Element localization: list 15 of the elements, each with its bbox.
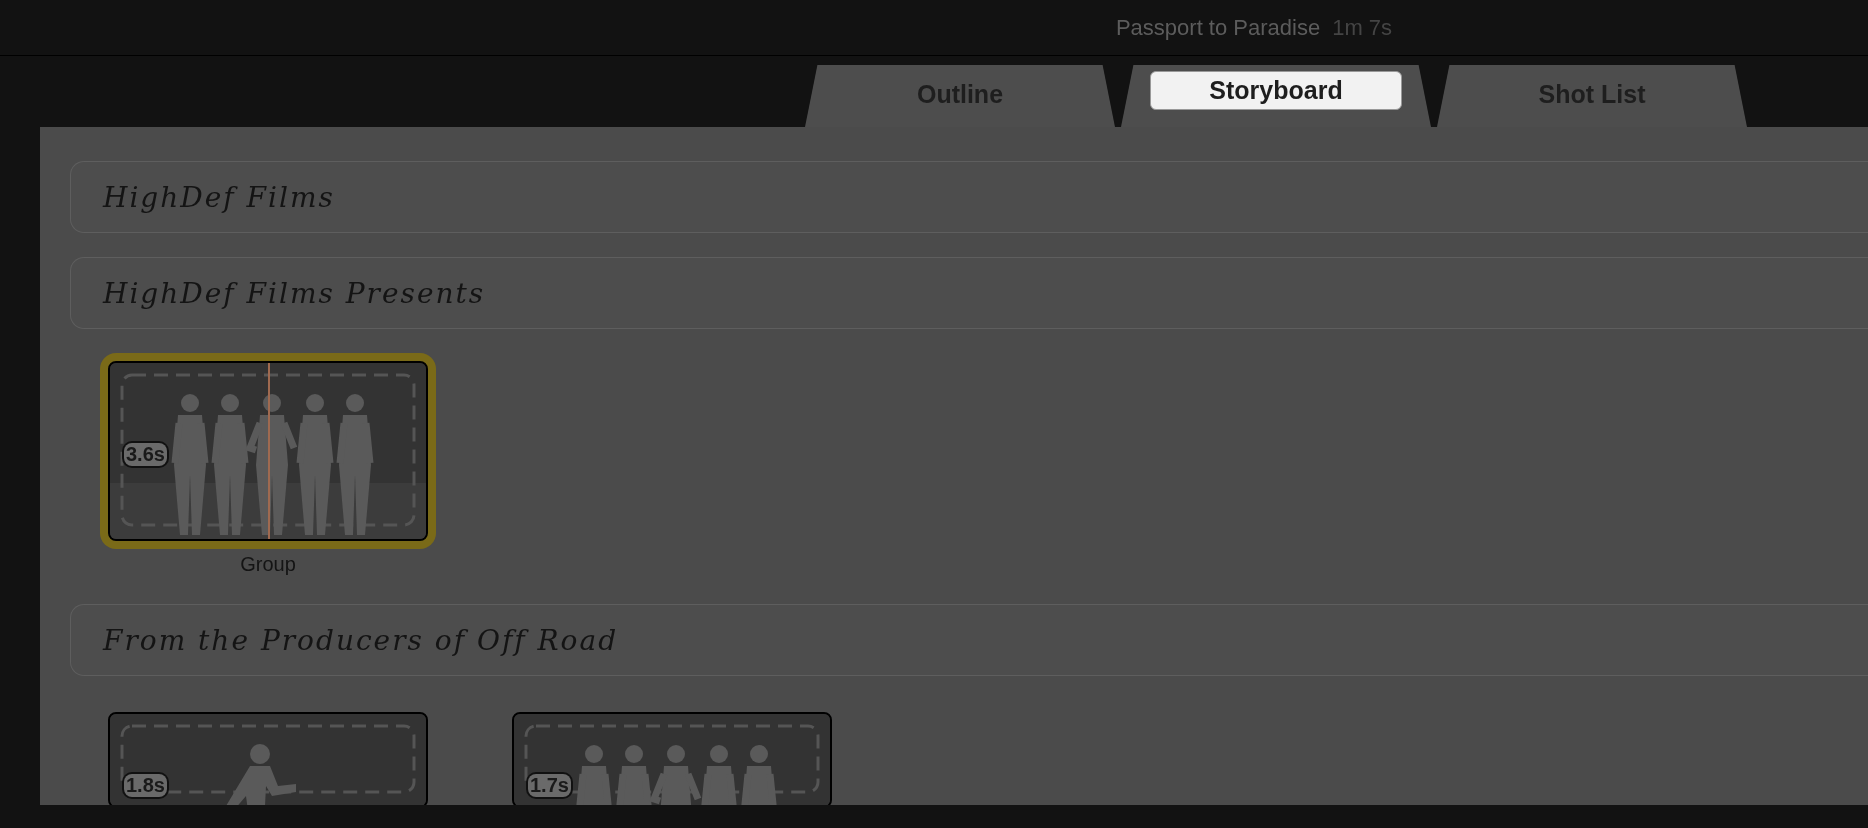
shot-duration: 1.7s (528, 774, 571, 797)
shot-duration: 1.8s (124, 774, 167, 797)
shot-duration: 3.6s (124, 443, 167, 466)
window-title: Passport to Paradise (1115, 14, 1321, 41)
shot-label: Group (240, 553, 296, 576)
section-title: HighDef Films (103, 180, 335, 214)
shot-thumbnail[interactable]: 1.7s (512, 712, 832, 805)
section-title: HighDef Films Presents (103, 276, 486, 310)
section-header[interactable]: HighDef Films (70, 161, 1868, 233)
section-title: From the Producers of Off Road (103, 623, 619, 657)
section-header[interactable]: HighDef Films Presents (70, 257, 1868, 329)
section-header[interactable]: From the Producers of Off Road (70, 604, 1868, 676)
view-tab[interactable]: Storyboard (1121, 65, 1431, 127)
playhead-line[interactable] (268, 363, 270, 539)
shot-thumbnail[interactable]: 1.8s (108, 712, 428, 805)
